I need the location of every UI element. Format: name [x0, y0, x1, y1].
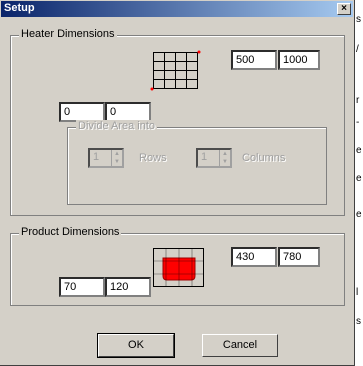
- product-dimensions-group: Product Dimensions: [10, 226, 345, 306]
- columns-spinner[interactable]: 1 ▲ ▼: [196, 148, 232, 168]
- min-corner-marker-icon: [150, 87, 154, 91]
- spinner-arrows-icon[interactable]: ▲ ▼: [219, 150, 230, 166]
- heater-right-field-1[interactable]: [231, 50, 277, 70]
- close-icon: ×: [341, 3, 347, 14]
- heater-left-field-1[interactable]: [59, 102, 105, 122]
- product-right-field-2[interactable]: [278, 247, 320, 267]
- background-char: l: [356, 287, 359, 298]
- rows-spinner[interactable]: 1 ▲ ▼: [88, 148, 124, 168]
- background-char: e: [356, 145, 362, 156]
- background-char: -: [356, 117, 360, 128]
- ok-button[interactable]: OK: [97, 333, 175, 358]
- divide-area-group: Divide Area into 1 ▲ ▼ Rows 1 ▲ ▼ Columns: [67, 120, 327, 205]
- background-char: s: [356, 14, 361, 25]
- window-title: Setup: [4, 2, 35, 14]
- setup-dialog: Setup × Heater Dimensions Divi: [0, 0, 355, 366]
- rows-value: 1: [93, 151, 100, 163]
- cancel-button[interactable]: Cancel: [202, 334, 278, 357]
- columns-value: 1: [201, 151, 208, 163]
- max-corner-marker-icon: [197, 50, 201, 54]
- product-left-field-2[interactable]: [105, 277, 151, 297]
- close-button[interactable]: ×: [337, 3, 351, 15]
- columns-label: Columns: [242, 152, 286, 164]
- background-char: e: [356, 173, 362, 184]
- spinner-arrows-icon[interactable]: ▲ ▼: [111, 150, 122, 166]
- rows-label: Rows: [139, 152, 167, 164]
- heater-grid-diagram: [150, 50, 201, 91]
- background-char: e: [356, 209, 362, 220]
- heater-dimensions-label: Heater Dimensions: [19, 28, 117, 40]
- background-char: r: [356, 95, 360, 106]
- product-left-field-1[interactable]: [59, 277, 105, 297]
- background-char: s: [356, 316, 361, 327]
- heater-left-field-2[interactable]: [105, 102, 151, 122]
- product-dimensions-label: Product Dimensions: [19, 226, 122, 238]
- heater-right-field-2[interactable]: [278, 50, 320, 70]
- heater-dimensions-group: Heater Dimensions Divide Area into 1: [10, 28, 345, 216]
- background-char: /: [356, 44, 359, 55]
- title-bar[interactable]: Setup ×: [1, 1, 353, 17]
- product-area-diagram: [153, 248, 204, 287]
- divide-area-label: Divide Area into: [76, 120, 158, 132]
- product-right-field-1[interactable]: [231, 247, 277, 267]
